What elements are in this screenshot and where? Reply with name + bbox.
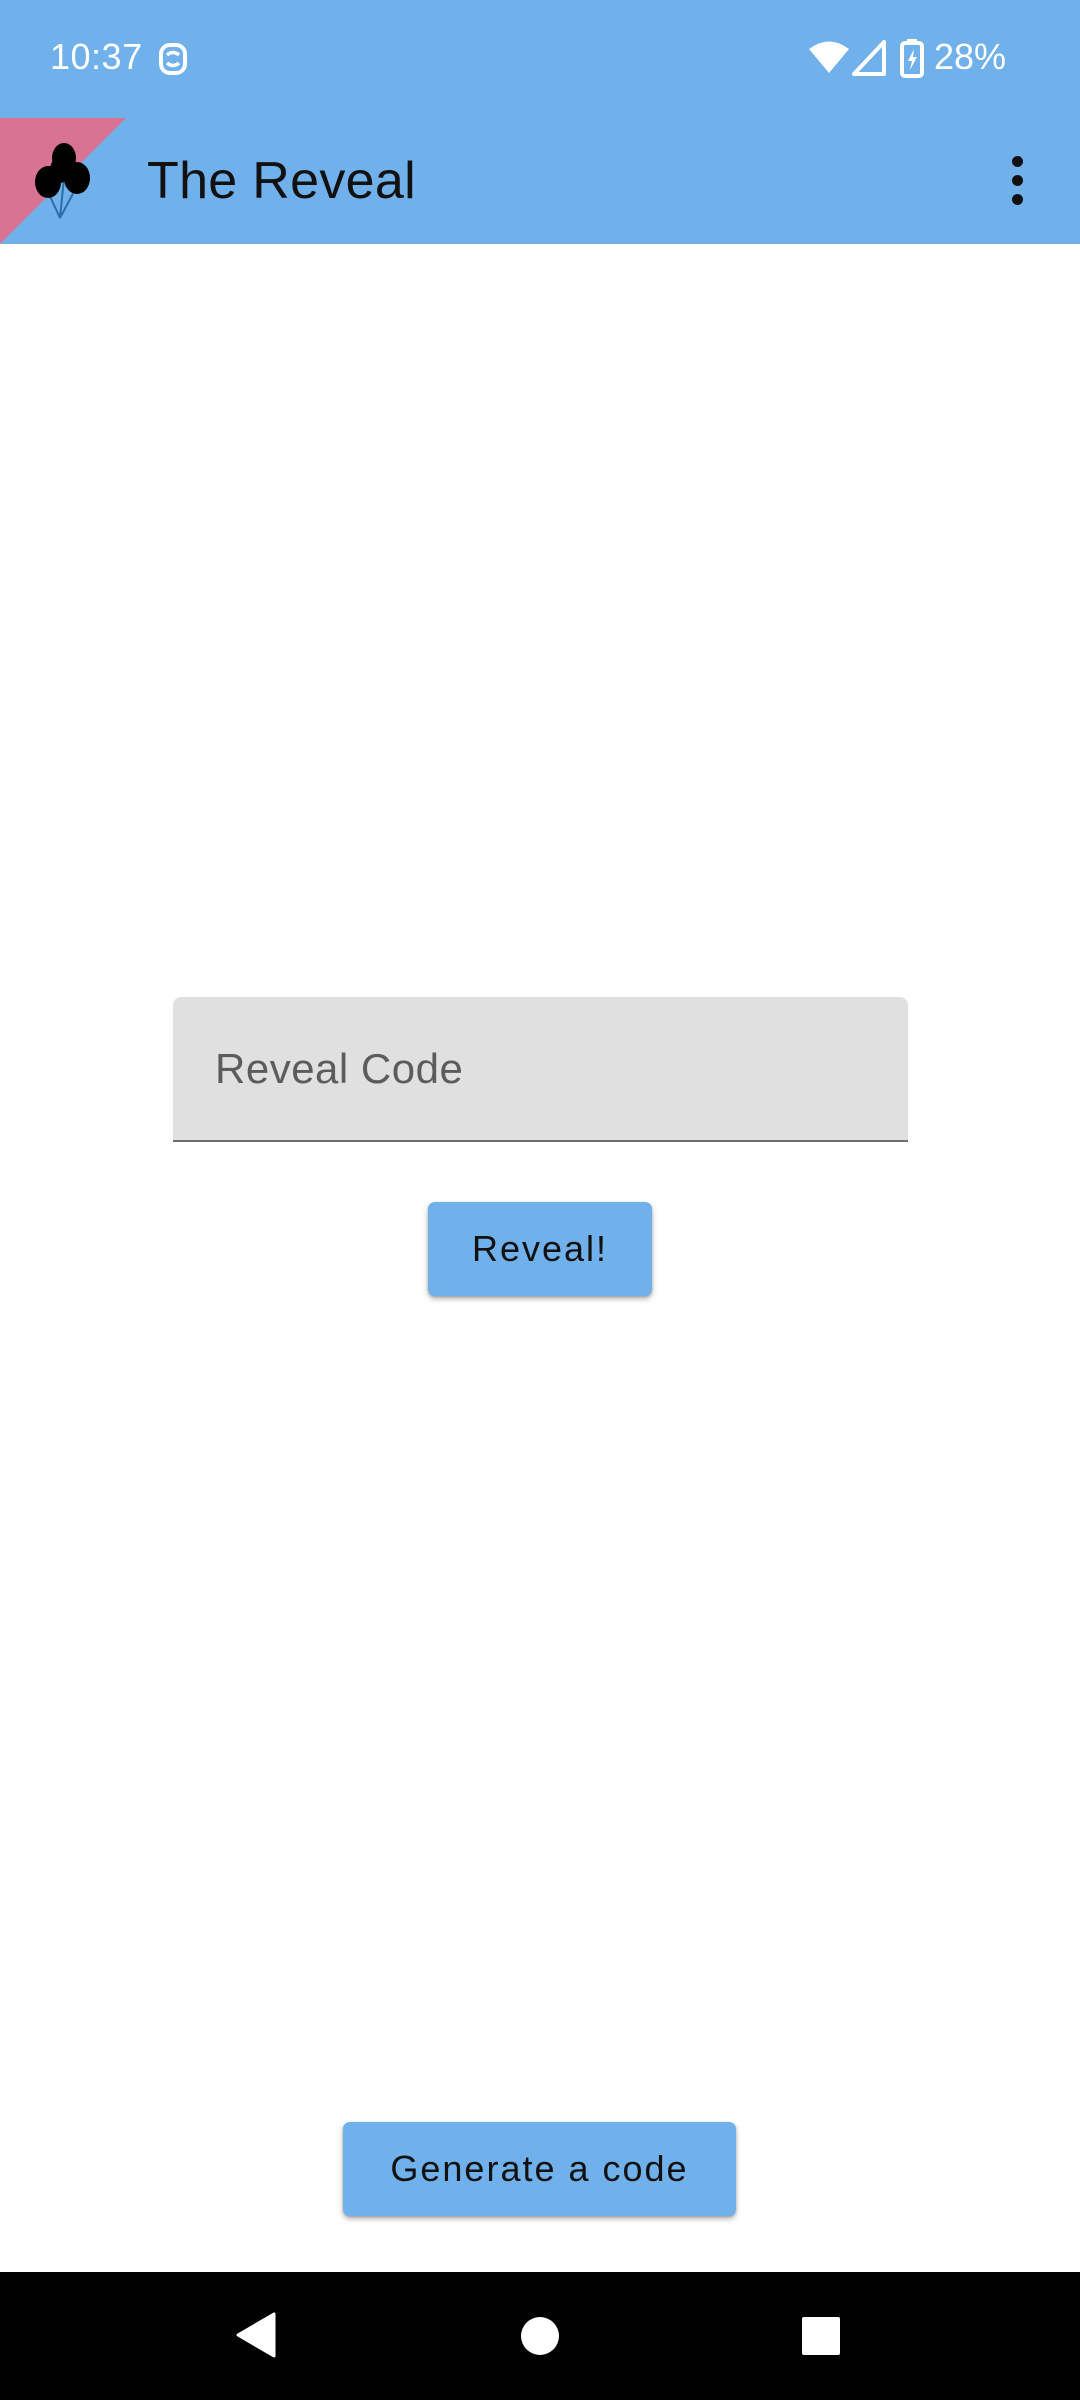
balloons-icon [0,118,126,244]
wifi-icon [808,40,850,81]
app-title: The Reveal [147,152,416,210]
battery-percent: 28% [934,36,1007,77]
battery-charging-icon [900,38,924,83]
cell-signal-icon [852,40,886,81]
reveal-code-input[interactable] [173,997,908,1140]
home-icon[interactable] [520,2316,560,2361]
recents-icon[interactable] [801,2316,841,2361]
navigation-bar [0,2272,1080,2400]
screen: 10:37 28% The Reveal Reveal Code Reveal!… [0,0,1080,2400]
generate-code-button[interactable]: Generate a code [343,2122,736,2216]
app-bar: The Reveal [0,118,1080,244]
reveal-code-field[interactable] [173,997,908,1142]
overflow-menu-icon[interactable] [990,140,1044,220]
status-time: 10:37 [50,36,143,77]
reveal-button[interactable]: Reveal! [428,1202,652,1296]
status-bar: 10:37 28% [0,0,1080,118]
notification-icon [158,40,188,83]
back-icon[interactable] [234,2312,278,2363]
